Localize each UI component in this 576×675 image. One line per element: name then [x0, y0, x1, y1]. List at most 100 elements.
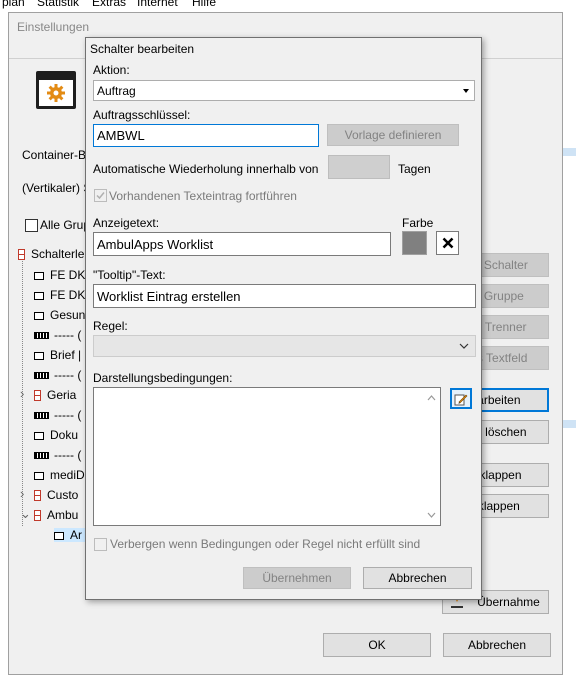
- tree-item[interactable]: ----- (: [34, 448, 81, 462]
- rule-label: Regel:: [93, 319, 128, 333]
- order-key-label: Auftragsschlüssel:: [93, 108, 191, 122]
- separator-icon: [34, 412, 49, 420]
- close-icon: [442, 237, 453, 249]
- tooltip-label: "Tooltip"-Text:: [93, 268, 166, 282]
- tree-item-label: Brief |: [50, 348, 82, 362]
- all-groups-label: Alle Grup: [40, 218, 91, 232]
- clear-color-button[interactable]: [436, 231, 459, 255]
- hide-label: Verbergen wenn Bedingungen oder Regel ni…: [110, 537, 421, 551]
- dialog-title: Schalter bearbeiten: [90, 42, 195, 56]
- node-icon: [34, 471, 44, 480]
- rule-select[interactable]: [93, 335, 476, 357]
- menu-item-extras[interactable]: Extras: [92, 0, 126, 9]
- tree-item-label: ----- (: [54, 408, 82, 422]
- repeat-days-input[interactable]: [328, 155, 390, 179]
- tree-item[interactable]: ----- (: [34, 328, 81, 342]
- tooltip-input[interactable]: Worklist Eintrag erstellen: [93, 284, 476, 308]
- display-text-label: Anzeigetext:: [93, 216, 160, 230]
- conditions-textarea[interactable]: [93, 387, 441, 526]
- tree-item[interactable]: › Geria: [20, 386, 77, 402]
- tree-item[interactable]: ----- (: [34, 368, 81, 382]
- scroll-down-icon: [427, 512, 436, 518]
- gear-icon: [46, 83, 66, 103]
- menu-item-statistik[interactable]: Statistik: [37, 0, 79, 9]
- tree-item[interactable]: ⌄ Ambu: [20, 506, 79, 522]
- tree-item-label: FE DK: [50, 268, 86, 282]
- tree-item[interactable]: FE DK: [34, 268, 85, 282]
- tree-item-label: ----- (: [54, 328, 82, 342]
- dropdown-arrow-icon: [463, 89, 469, 93]
- tree-root[interactable]: Schalterle: [18, 247, 84, 261]
- continue-text-label: Vorhandenen Texteintrag fortführen: [109, 189, 297, 203]
- dialog-cancel-button[interactable]: Abbrechen: [363, 567, 472, 589]
- group-icon: [34, 390, 41, 402]
- menu-item-internet[interactable]: Internet: [137, 0, 178, 9]
- hide-checkbox[interactable]: [94, 538, 107, 551]
- group-icon: [34, 510, 41, 522]
- days-label: Tagen: [398, 162, 431, 176]
- order-key-input[interactable]: AMBWL: [93, 124, 319, 147]
- chevron-right-icon[interactable]: ›: [20, 486, 24, 501]
- tree-item-label: Geria: [47, 388, 77, 402]
- tree-item[interactable]: FE DK: [34, 288, 85, 302]
- tree-item-label: Ambu: [47, 508, 79, 522]
- tree-item-label: Custo: [47, 488, 79, 502]
- ok-button[interactable]: OK: [323, 633, 431, 657]
- tree-item-label: Gesun: [50, 308, 86, 322]
- import-label: Übernahme: [477, 595, 540, 609]
- tree-item[interactable]: Ar: [54, 528, 86, 542]
- action-select-value: Auftrag: [97, 83, 136, 98]
- settings-app-icon: [36, 71, 76, 109]
- background-app-right: [563, 14, 576, 675]
- scrollbar[interactable]: [423, 388, 440, 525]
- node-icon: [34, 271, 44, 280]
- tree-root-label: Schalterle: [31, 247, 85, 261]
- group-icon: [34, 490, 41, 502]
- node-icon: [34, 431, 44, 440]
- edit-pencil-icon: [454, 394, 468, 405]
- cancel-main-button[interactable]: Abbrechen: [443, 633, 551, 657]
- edit-conditions-button[interactable]: [450, 388, 472, 409]
- separator-icon: [34, 332, 49, 340]
- action-select[interactable]: Auftrag: [93, 80, 475, 101]
- color-label: Farbe: [402, 216, 434, 230]
- tree-item-label: mediD: [50, 468, 85, 482]
- tree-item-label: ----- (: [54, 368, 82, 382]
- chevron-right-icon[interactable]: ›: [20, 386, 24, 401]
- tree-item[interactable]: › Custo: [20, 486, 79, 502]
- menu-item-plan[interactable]: plan: [2, 0, 25, 9]
- separator-icon: [34, 452, 49, 460]
- tree-item-label: Doku: [50, 428, 79, 442]
- separator-icon: [34, 372, 49, 380]
- background-stripe-right-2: [563, 420, 576, 428]
- node-icon: [34, 311, 44, 320]
- apply-button[interactable]: Übernehmen: [243, 567, 351, 589]
- tree-item[interactable]: Brief |: [34, 348, 81, 362]
- settings-window-title: Einstellungen: [17, 20, 90, 34]
- tree-item[interactable]: ----- (: [34, 408, 81, 422]
- tree-item-label: FE DK: [50, 288, 86, 302]
- color-swatch[interactable]: [402, 231, 427, 255]
- tree-item[interactable]: mediD: [34, 468, 85, 482]
- display-text-input[interactable]: AmbulApps Worklist: [93, 232, 391, 256]
- tree-item-label: ----- (: [54, 448, 82, 462]
- chevron-down-icon: [459, 343, 469, 349]
- scroll-up-icon: [427, 395, 436, 401]
- vertical-label: (Vertikaler) S: [22, 181, 92, 195]
- group-icon: [18, 249, 25, 261]
- tree-item-label: Ar: [70, 528, 82, 542]
- continue-text-checkbox[interactable]: [94, 189, 107, 202]
- conditions-label: Darstellungsbedingungen:: [93, 371, 233, 385]
- all-groups-checkbox[interactable]: [25, 219, 38, 232]
- action-label: Aktion:: [93, 63, 130, 77]
- define-template-button[interactable]: Vorlage definieren: [327, 124, 459, 146]
- menu-item-hilfe[interactable]: Hilfe: [192, 0, 216, 9]
- background-stripe-right: [563, 148, 576, 156]
- node-icon: [34, 291, 44, 300]
- chevron-down-icon[interactable]: ⌄: [20, 506, 31, 522]
- node-icon: [34, 351, 44, 360]
- container-label: Container-Bi: [22, 148, 89, 162]
- tree-item[interactable]: Gesun: [34, 308, 85, 322]
- node-icon: [54, 531, 64, 540]
- tree-item[interactable]: Doku: [34, 428, 78, 442]
